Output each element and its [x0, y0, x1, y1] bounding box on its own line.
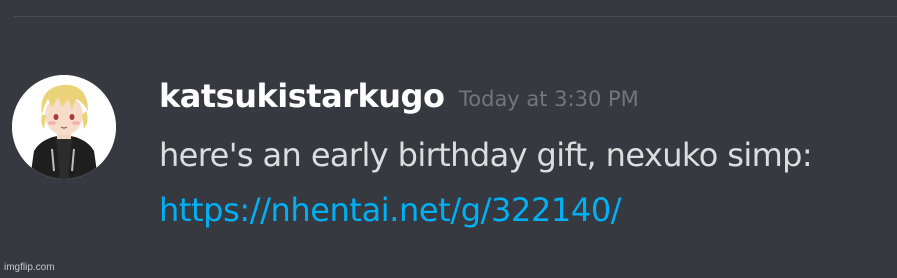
- message-timestamp: Today at 3:30 PM: [459, 87, 639, 111]
- message-content: here's an early birthday gift, nexuko si…: [159, 136, 813, 174]
- watermark: imgflip.com: [4, 262, 55, 273]
- message-link[interactable]: https://nhentai.net/g/322140/: [159, 191, 622, 229]
- chat-message: katsukistarkugo Today at 3:30 PM here's …: [0, 0, 897, 278]
- message-username[interactable]: katsukistarkugo: [159, 77, 445, 115]
- user-avatar-icon[interactable]: [12, 75, 116, 179]
